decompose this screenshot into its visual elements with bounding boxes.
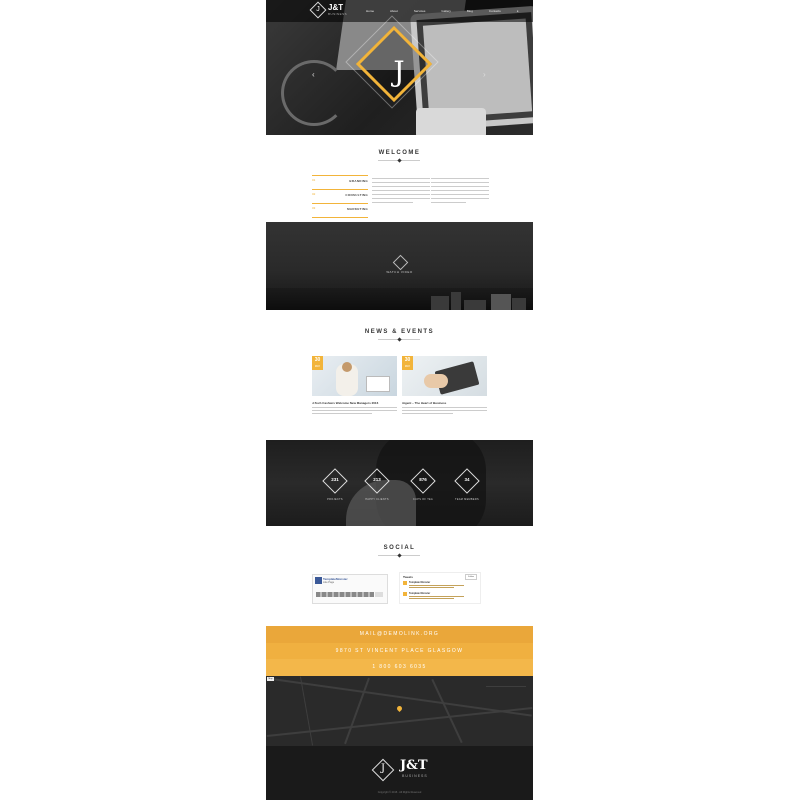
tweet-user[interactable]: Template Monster [409, 581, 430, 584]
contact-phone-link[interactable]: 1 800 603 6035 [266, 659, 533, 676]
news-card[interactable]: 30 MAY iAgent – The Heart of Business [402, 356, 487, 416]
news-image[interactable]: 30 MAY [312, 356, 397, 396]
menu-item-about[interactable]: About [390, 9, 398, 13]
map-section[interactable]: Map [266, 676, 533, 746]
stat-projects: 231 PROJECTS [322, 468, 348, 501]
stat-clients: 213 HAPPY CLIENTS [364, 468, 390, 501]
stat-team: 34 TEAM MEMBERS [454, 468, 480, 501]
tweet-avatar [403, 592, 407, 596]
page-preview: J J&T BUSINESS Home About Services Galle… [266, 0, 533, 800]
footer-logo-letter: J [380, 763, 385, 774]
hero-phone-image [416, 108, 486, 135]
hero-logo-letter: J [393, 55, 405, 88]
menu-item-services[interactable]: Services [414, 9, 426, 13]
play-video-icon[interactable] [392, 254, 409, 271]
user-icon[interactable]: ● [517, 9, 519, 13]
slider-next-arrow-icon[interactable]: › [483, 70, 486, 79]
welcome-title: WELCOME [378, 150, 421, 156]
twitter-follow-button[interactable]: Follow [465, 574, 477, 580]
logo-icon[interactable]: J [309, 1, 327, 19]
menu-item-blog[interactable]: Blog [467, 9, 473, 13]
logo-subtitle: BUSINESS [328, 12, 348, 16]
stat-value: 876 [419, 477, 427, 482]
twitter-heading: Tweets [403, 575, 413, 579]
news-section: NEWS & EVENTS 30 MAY J-Tech Cashiers Welc… [266, 310, 533, 440]
news-title-link[interactable]: J-Tech Cashiers Welcome New Managers 201… [312, 401, 397, 405]
stat-label: PROJECTS [327, 498, 343, 501]
title-divider-dot [397, 553, 402, 558]
stat-label: TEAM MEMBERS [455, 498, 479, 501]
footer-brand-subtitle: BUSINESS [402, 774, 428, 778]
logo-text[interactable]: J&T [328, 3, 343, 12]
stats-section: 231 PROJECTS 213 HAPPY CLIENTS 876 CUPS … [266, 440, 533, 526]
menu-item-contacts[interactable]: Contacts [489, 9, 501, 13]
top-nav: J J&T BUSINESS Home About Services Galle… [266, 0, 533, 22]
date-badge: 30 MAY [312, 356, 323, 370]
welcome-text-column-2 [431, 175, 489, 206]
city-skyline-image [266, 288, 533, 310]
news-title-link[interactable]: iAgent – The Heart of Business [402, 401, 487, 405]
welcome-text-column-1 [372, 175, 430, 206]
map-pin-icon[interactable] [395, 704, 404, 713]
footer: J J&T BUSINESS Copyright © 2016 · All Ri… [266, 746, 533, 800]
tab-number: 03 [312, 206, 316, 210]
footer-brand[interactable]: J&T [400, 758, 428, 773]
welcome-tab-marketing[interactable]: 03 MARKETING [312, 203, 368, 218]
stat-label: CUPS OF TEA [413, 498, 433, 501]
stat-value: 213 [373, 477, 381, 482]
menu-item-gallery[interactable]: Gallery [441, 9, 451, 13]
welcome-tab-consulting[interactable]: 02 CONSULTING [312, 189, 368, 203]
news-image[interactable]: 30 MAY [402, 356, 487, 396]
social-section: SOCIAL TemplateMonster Like Page Tweets … [266, 526, 533, 626]
tab-label: BRANDING [349, 179, 368, 183]
facebook-like-button[interactable] [375, 592, 383, 597]
news-title: NEWS & EVENTS [364, 329, 435, 335]
contacts-section: MAIL@DEMOLINK.ORG 9870 ST VINCENT PLACE … [266, 626, 533, 676]
tab-number: 02 [312, 192, 316, 196]
tab-label: CONSULTING [345, 193, 368, 197]
facebook-widget[interactable]: TemplateMonster Like Page [312, 574, 388, 604]
menu-item-home[interactable]: Home [366, 9, 374, 13]
main-menu: Home About Services Gallery Blog Contact… [366, 9, 533, 13]
tab-number: 01 [312, 178, 316, 182]
hero-section: J J&T BUSINESS Home About Services Galle… [266, 0, 533, 135]
facebook-like-page[interactable]: Like Page [323, 581, 334, 584]
video-section: WATCH VIDEO [266, 222, 533, 310]
contact-email-link[interactable]: MAIL@DEMOLINK.ORG [266, 626, 533, 643]
welcome-section: WELCOME 01 BRANDING 02 CONSULTING 03 MAR… [266, 135, 533, 222]
facebook-avatar [315, 577, 322, 584]
map-type-control[interactable]: Map [267, 677, 274, 681]
welcome-tab-branding[interactable]: 01 BRANDING [312, 175, 368, 189]
tweet-avatar [403, 581, 407, 585]
welcome-tabs: 01 BRANDING 02 CONSULTING 03 MARKETING [312, 175, 368, 218]
tab-label: MARKETING [347, 207, 368, 211]
title-divider-dot [397, 158, 402, 163]
contact-address: 9870 ST VINCENT PLACE GLASGOW [266, 642, 533, 660]
stat-label: HAPPY CLIENTS [365, 498, 389, 501]
news-card[interactable]: 30 MAY J-Tech Cashiers Welcome New Manage… [312, 356, 397, 416]
title-divider-dot [397, 337, 402, 342]
copyright-text: Copyright © 2016 · All Rights Reserved [377, 791, 422, 794]
stat-value: 34 [464, 477, 470, 482]
stat-value: 231 [331, 477, 339, 482]
date-badge: 30 MAY [402, 356, 413, 370]
watch-video-label[interactable]: WATCH VIDEO [266, 270, 533, 274]
stat-tea: 876 CUPS OF TEA [410, 468, 436, 501]
twitter-widget: Tweets Follow Template Monster Template … [399, 572, 481, 604]
social-title: SOCIAL [383, 545, 416, 551]
facebook-fan-thumbnails [316, 592, 374, 597]
tweet-user[interactable]: Template Monster [409, 592, 430, 595]
slider-prev-arrow-icon[interactable]: ‹ [312, 70, 315, 79]
